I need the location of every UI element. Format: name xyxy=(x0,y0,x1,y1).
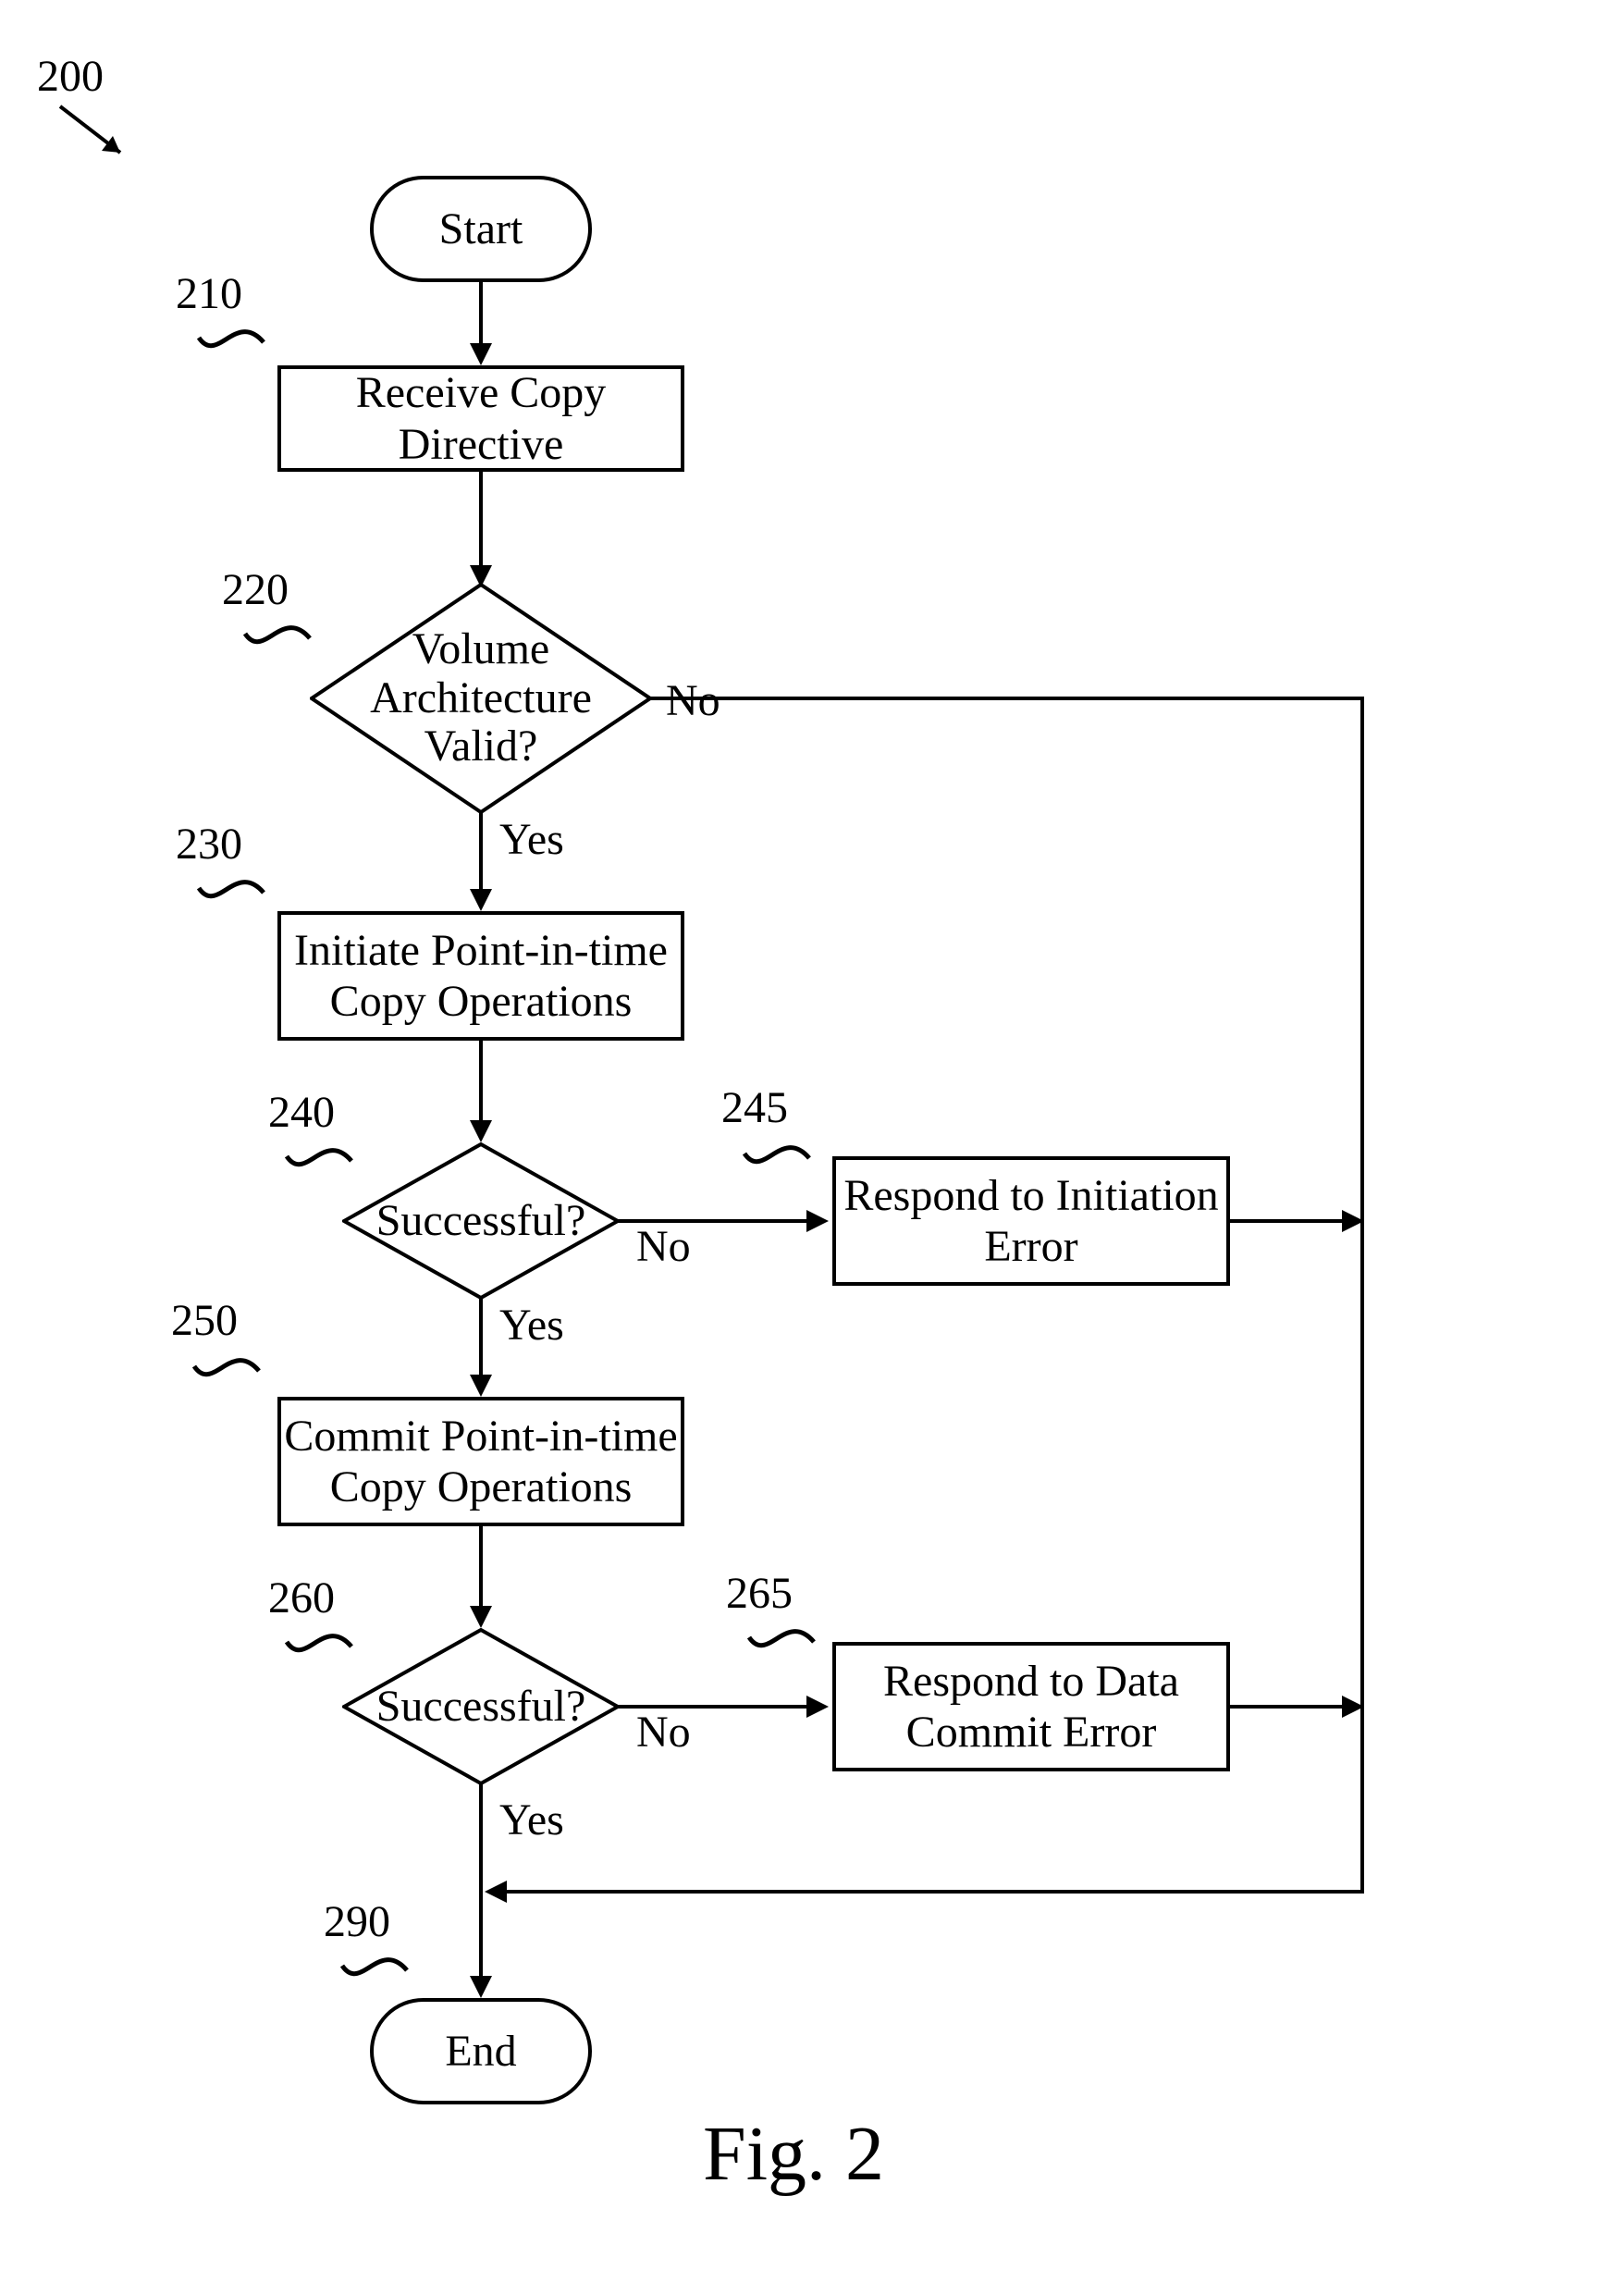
process-250-text: Commit Point-in-time Copy Operations xyxy=(284,1411,677,1512)
process-250: Commit Point-in-time Copy Operations xyxy=(277,1397,684,1526)
terminator-start: Start xyxy=(370,176,592,282)
squiggle-230 xyxy=(194,865,277,920)
figure-caption: Fig. 2 xyxy=(703,2109,884,2199)
decision-260: Successful? xyxy=(342,1628,620,1785)
edge-label-260-no: No xyxy=(636,1707,691,1758)
figure-ref-200: 200 xyxy=(37,51,104,102)
ref-260: 260 xyxy=(268,1573,335,1623)
edge-label-240-no: No xyxy=(636,1221,691,1272)
ref-245: 245 xyxy=(721,1082,788,1133)
decision-260-text: Successful? xyxy=(376,1683,586,1732)
edge-merge-arrow xyxy=(481,1873,666,1910)
process-245: Respond to Initiation Error xyxy=(832,1156,1230,1286)
decision-220: Volume Architecture Valid? xyxy=(310,583,652,814)
edge-label-220-no: No xyxy=(666,675,720,726)
edge-250-to-260 xyxy=(462,1526,499,1633)
edge-230-to-240 xyxy=(462,1041,499,1147)
squiggle-290 xyxy=(338,1943,421,1998)
ref-210: 210 xyxy=(176,268,242,319)
edge-260-to-end xyxy=(462,1783,499,2003)
decision-240: Successful? xyxy=(342,1142,620,1300)
process-230-text: Initiate Point-in-time Copy Operations xyxy=(294,925,668,1027)
ref-220: 220 xyxy=(222,564,289,615)
process-265: Respond to Data Commit Error xyxy=(832,1642,1230,1771)
process-245-text: Respond to Initiation Error xyxy=(843,1170,1218,1272)
edge-210-to-220 xyxy=(462,472,499,592)
squiggle-265 xyxy=(744,1614,828,1670)
figure-ref-200-arrow xyxy=(37,93,148,176)
ref-230: 230 xyxy=(176,819,242,870)
edge-265-to-rail xyxy=(1230,1688,1378,1725)
squiggle-245 xyxy=(740,1130,823,1186)
flowchart-figure: 200 Start 210 Receive Copy Directive 220… xyxy=(0,0,1624,2270)
ref-250: 250 xyxy=(171,1295,238,1346)
edge-start-to-210 xyxy=(462,282,499,370)
ref-290: 290 xyxy=(324,1896,390,1947)
edge-label-260-yes: Yes xyxy=(499,1795,564,1845)
squiggle-210 xyxy=(194,315,277,370)
terminator-start-text: Start xyxy=(439,204,523,254)
decision-220-text: Volume Architecture Valid? xyxy=(370,625,592,771)
terminator-end: End xyxy=(370,1998,592,2104)
decision-240-text: Successful? xyxy=(376,1197,586,1246)
ref-265: 265 xyxy=(726,1568,793,1619)
process-210-text: Receive Copy Directive xyxy=(281,367,681,469)
process-230: Initiate Point-in-time Copy Operations xyxy=(277,911,684,1041)
ref-240: 240 xyxy=(268,1087,335,1138)
terminator-end-text: End xyxy=(445,2026,516,2077)
process-265-text: Respond to Data Commit Error xyxy=(883,1656,1179,1758)
squiggle-250 xyxy=(190,1343,273,1399)
process-210: Receive Copy Directive xyxy=(277,365,684,472)
edge-245-to-rail xyxy=(1230,1203,1378,1240)
edge-240-to-250 xyxy=(462,1298,499,1401)
edge-label-240-yes: Yes xyxy=(499,1300,564,1351)
edge-label-220-yes: Yes xyxy=(499,814,564,865)
edge-220-to-230 xyxy=(462,812,499,916)
